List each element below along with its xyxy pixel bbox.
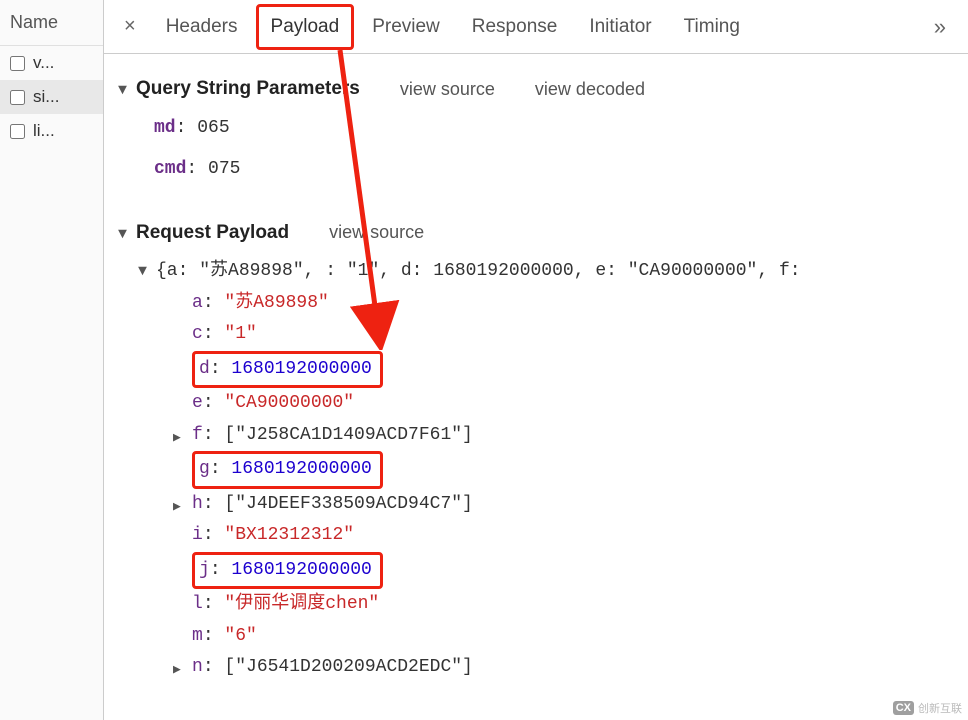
view-source-link[interactable]: view source [329, 217, 424, 249]
sidebar-header: Name [0, 0, 103, 46]
param-value: 065 [197, 118, 229, 138]
param-key: md [154, 118, 176, 138]
tab-bar: × Headers Payload Preview Response Initi… [104, 0, 968, 54]
sidebar-item[interactable]: v... [0, 46, 103, 80]
highlight-box: j: 1680192000000 [192, 552, 383, 590]
payload-prop-j[interactable]: j: 1680192000000 [138, 552, 962, 590]
param-value: 075 [208, 159, 240, 179]
section-title: Query String Parameters [136, 78, 360, 99]
sidebar-item-label: si... [33, 87, 59, 107]
caret-down-icon: ▼ [138, 259, 152, 285]
row-checkbox[interactable] [10, 124, 25, 139]
watermark-badge: CX [893, 701, 914, 715]
caret-down-icon: ▼ [118, 222, 132, 248]
payload-prop-h[interactable]: ▶h: ["J4DEEF338509ACD94C7"] [138, 489, 962, 521]
section-title: Request Payload [136, 222, 289, 243]
payload-prop-d[interactable]: d: 1680192000000 [138, 351, 962, 389]
view-source-link[interactable]: view source [400, 74, 495, 106]
payload-body: ▼{a: "苏A89898", : "1", d: 1680192000000,… [118, 256, 962, 684]
tab-payload[interactable]: Payload [256, 4, 355, 50]
highlight-box: g: 1680192000000 [192, 451, 383, 489]
main-panel: × Headers Payload Preview Response Initi… [104, 0, 968, 720]
query-string-body: md: 065 cmd: 075 [118, 113, 962, 186]
caret-down-icon: ▼ [118, 78, 132, 104]
param-key: cmd [154, 159, 186, 179]
payload-prop-n[interactable]: ▶n: ["J6541D200209ACD2EDC"] [138, 652, 962, 684]
sidebar-item-label: li... [33, 121, 55, 141]
param-row: cmd: 075 [154, 154, 962, 186]
param-row: md: 065 [154, 113, 962, 145]
row-checkbox[interactable] [10, 90, 25, 105]
sidebar-item[interactable]: si... [0, 80, 103, 114]
payload-prop-g[interactable]: g: 1680192000000 [138, 451, 962, 489]
tabs-overflow-icon[interactable]: » [920, 14, 960, 40]
watermark: CX 创新互联 [893, 700, 962, 716]
view-decoded-link[interactable]: view decoded [535, 74, 645, 106]
payload-summary[interactable]: ▼{a: "苏A89898", : "1", d: 1680192000000,… [138, 256, 962, 288]
sidebar: Name v... si... li... [0, 0, 104, 720]
tab-timing[interactable]: Timing [670, 4, 754, 50]
tab-headers[interactable]: Headers [152, 4, 252, 50]
payload-prop-i[interactable]: i: "BX12312312" [138, 520, 962, 552]
row-checkbox[interactable] [10, 56, 25, 71]
sidebar-item-label: v... [33, 53, 54, 73]
tab-initiator[interactable]: Initiator [575, 4, 665, 50]
sidebar-item[interactable]: li... [0, 114, 103, 148]
payload-prop-e[interactable]: e: "CA90000000" [138, 388, 962, 420]
content-area: ▼Query String Parameters view source vie… [104, 54, 968, 720]
caret-right-icon[interactable]: ▶ [173, 427, 181, 450]
caret-right-icon[interactable]: ▶ [173, 496, 181, 519]
tab-preview[interactable]: Preview [358, 4, 454, 50]
query-string-header[interactable]: ▼Query String Parameters view source vie… [118, 72, 962, 107]
watermark-text: 创新互联 [918, 700, 962, 716]
payload-prop-f[interactable]: ▶f: ["J258CA1D1409ACD7F61"] [138, 420, 962, 452]
close-icon[interactable]: × [112, 15, 148, 38]
payload-prop-c[interactable]: c: "1" [138, 319, 962, 351]
highlight-box: d: 1680192000000 [192, 351, 383, 389]
tab-response[interactable]: Response [458, 4, 572, 50]
request-payload-header[interactable]: ▼Request Payload view source [118, 216, 962, 251]
payload-prop-l[interactable]: l: "伊丽华调度chen" [138, 589, 962, 621]
caret-right-icon[interactable]: ▶ [173, 659, 181, 682]
payload-prop-a[interactable]: a: "苏A89898" [138, 288, 962, 320]
payload-prop-m[interactable]: m: "6" [138, 621, 962, 653]
